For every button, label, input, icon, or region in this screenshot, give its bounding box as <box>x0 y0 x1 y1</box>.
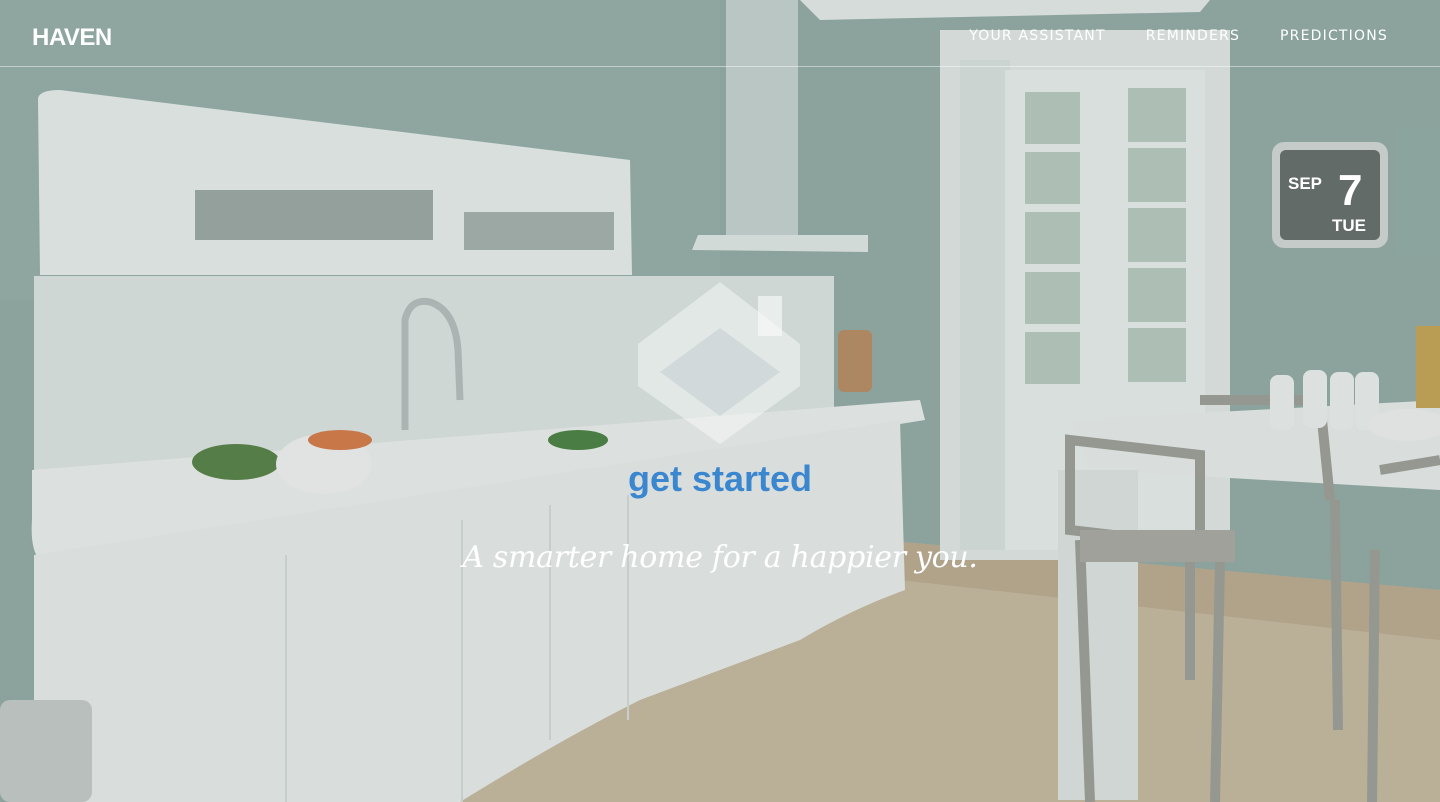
clock-month: SEP <box>1288 174 1323 193</box>
nav-your-assistant[interactable]: YOUR ASSISTANT <box>969 28 1105 44</box>
brand-logo[interactable]: HAVEN <box>32 24 112 52</box>
top-navigation-bar: HAVEN YOUR ASSISTANT REMINDERS PREDICTIO… <box>0 0 1440 67</box>
nav-reminders[interactable]: REMINDERS <box>1146 28 1240 44</box>
clock-day: 7 <box>1338 166 1363 215</box>
nav-predictions[interactable]: PREDICTIONS <box>1280 28 1388 44</box>
hero-tagline: A smarter home for a happier you. <box>462 540 978 575</box>
main-nav: YOUR ASSISTANT REMINDERS PREDICTIONS <box>969 28 1388 44</box>
house-logo-icon <box>638 282 802 446</box>
clock-weekday: TUE <box>1332 216 1366 235</box>
wall-clock: SEP 7 TUE <box>1280 150 1380 240</box>
get-started-container: get started <box>0 458 1440 500</box>
get-started-link[interactable]: get started <box>628 458 812 499</box>
